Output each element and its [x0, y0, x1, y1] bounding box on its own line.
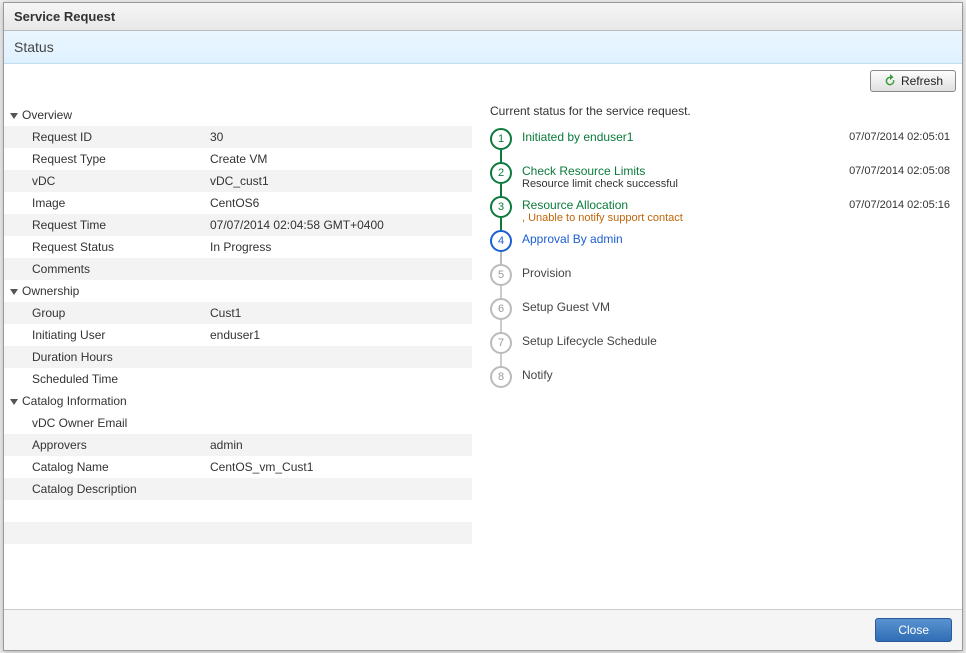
step-timestamp — [950, 264, 954, 267]
field-comments: Comments — [4, 258, 472, 280]
step-timestamp — [950, 298, 954, 301]
step-timestamp — [950, 366, 954, 369]
field-request-status: Request StatusIn Progress — [4, 236, 472, 258]
step-title: Approval By admin — [522, 232, 950, 246]
step-subtext: , Unable to notify support contact — [522, 212, 849, 224]
field-request-time: Request Time07/07/2014 02:04:58 GMT+0400 — [4, 214, 472, 236]
workflow-step: 5 Provision — [490, 264, 954, 298]
step-number-circle: 1 — [490, 128, 512, 150]
workflow-step: 8 Notify — [490, 366, 954, 400]
workflow-step: 1 Initiated by enduser107/07/2014 02:05:0… — [490, 128, 954, 162]
step-title: Check Resource Limits — [522, 164, 849, 178]
refresh-button-label: Refresh — [901, 74, 943, 88]
workflow-step: 4 Approval By admin — [490, 230, 954, 264]
field-group: GroupCust1 — [4, 302, 472, 324]
field-initiating-user: Initiating Userenduser1 — [4, 324, 472, 346]
step-body: Notify — [522, 366, 950, 382]
field-catalog-desc: Catalog Description — [4, 478, 472, 500]
step-body: Initiated by enduser1 — [522, 128, 849, 144]
workflow-step: 6 Setup Guest VM — [490, 298, 954, 332]
workflow-pane: Current status for the service request. … — [472, 64, 962, 609]
step-title: Provision — [522, 266, 950, 280]
details-pane: Overview Request ID30 Request TypeCreate… — [4, 64, 472, 609]
step-timestamp — [950, 230, 954, 233]
workflow-steps: 1Initiated by enduser107/07/2014 02:05:0… — [490, 128, 954, 400]
chevron-down-icon — [10, 399, 18, 405]
step-body: Setup Lifecycle Schedule — [522, 332, 950, 348]
field-vdc: vDCvDC_cust1 — [4, 170, 472, 192]
section-overview[interactable]: Overview — [4, 104, 472, 126]
step-body: Provision — [522, 264, 950, 280]
workflow-step: 3 Resource Allocation, Unable to notify s… — [490, 196, 954, 230]
step-title: Setup Lifecycle Schedule — [522, 334, 950, 348]
refresh-icon — [883, 74, 897, 88]
step-timestamp: 07/07/2014 02:05:08 — [849, 162, 954, 177]
step-body: Resource Allocation, Unable to notify su… — [522, 196, 849, 224]
step-title: Notify — [522, 368, 950, 382]
dialog-footer: Close — [4, 609, 962, 650]
service-request-dialog: Service Request Status Refresh Overview … — [3, 2, 963, 651]
field-scheduled-time: Scheduled Time — [4, 368, 472, 390]
step-timestamp: 07/07/2014 02:05:01 — [849, 128, 954, 143]
section-ownership[interactable]: Ownership — [4, 280, 472, 302]
section-catalog[interactable]: Catalog Information — [4, 390, 472, 412]
workflow-step: 2 Check Resource LimitsResource limit che… — [490, 162, 954, 196]
field-vdc-owner-email: vDC Owner Email — [4, 412, 472, 434]
field-request-type: Request TypeCreate VM — [4, 148, 472, 170]
step-body: Setup Guest VM — [522, 298, 950, 314]
step-number-circle: 5 — [490, 264, 512, 286]
step-number-circle: 8 — [490, 366, 512, 388]
step-timestamp — [950, 332, 954, 335]
step-title: Resource Allocation — [522, 198, 849, 212]
step-number-circle: 2 — [490, 162, 512, 184]
field-approvers: Approversadmin — [4, 434, 472, 456]
field-duration-hours: Duration Hours — [4, 346, 472, 368]
field-request-id: Request ID30 — [4, 126, 472, 148]
step-number-circle: 7 — [490, 332, 512, 354]
chevron-down-icon — [10, 289, 18, 295]
dialog-content: Refresh Overview Request ID30 Request Ty… — [4, 64, 962, 609]
step-title: Initiated by enduser1 — [522, 130, 849, 144]
workflow-step: 7 Setup Lifecycle Schedule — [490, 332, 954, 366]
step-number-circle: 6 — [490, 298, 512, 320]
refresh-button[interactable]: Refresh — [870, 70, 956, 92]
step-title: Setup Guest VM — [522, 300, 950, 314]
chevron-down-icon — [10, 113, 18, 119]
step-number-circle: 3 — [490, 196, 512, 218]
step-body: Approval By admin — [522, 230, 950, 246]
step-subtext: Resource limit check successful — [522, 178, 849, 190]
status-tab-label: Status — [4, 31, 962, 64]
close-button[interactable]: Close — [875, 618, 952, 642]
step-body: Check Resource LimitsResource limit chec… — [522, 162, 849, 190]
field-image: ImageCentOS6 — [4, 192, 472, 214]
dialog-title: Service Request — [4, 3, 962, 31]
workflow-heading: Current status for the service request. — [490, 104, 954, 118]
field-catalog-name: Catalog NameCentOS_vm_Cust1 — [4, 456, 472, 478]
step-number-circle: 4 — [490, 230, 512, 252]
step-timestamp: 07/07/2014 02:05:16 — [849, 196, 954, 211]
details-table: Overview Request ID30 Request TypeCreate… — [4, 104, 472, 566]
